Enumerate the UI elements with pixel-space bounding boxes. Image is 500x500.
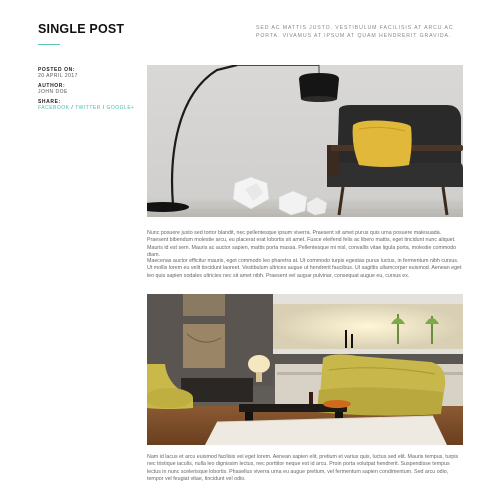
post-image-armchair: [147, 65, 463, 217]
armchair-scene-illustration: [147, 65, 463, 217]
title-underline: [38, 44, 60, 45]
author-value: JOHN DOE: [38, 89, 68, 95]
living-room-scene-illustration: [147, 294, 463, 445]
post-meta: POSTED ON: 20 APRIL 2017 AUTHOR: JOHN DO…: [38, 67, 138, 112]
posted-on-value: 20 APRIL 2017: [38, 73, 78, 79]
share-twitter-link[interactable]: TWITTER: [75, 105, 101, 111]
share-separator: /: [71, 105, 74, 111]
share-links: FACEBOOK / TWITTER / GOOGLE+: [38, 105, 138, 112]
post-paragraph: Nam id lacus et arcu euismod facilisis v…: [147, 454, 459, 483]
post-image-living-room: [147, 294, 463, 445]
post-paragraph: Maecenas auctor efficitur mauris, eget c…: [147, 258, 462, 279]
page-title: SINGLE POST: [38, 22, 125, 36]
share-facebook-link[interactable]: FACEBOOK: [38, 105, 70, 111]
share-separator: /: [102, 105, 105, 111]
share-googleplus-link[interactable]: GOOGLE+: [107, 105, 135, 111]
post-paragraph: Nunc posuere justo sed tortor blandit, n…: [147, 230, 457, 259]
page-tagline: SED AC MATTIS JUSTO. VESTIBULUM FACILISI…: [256, 25, 454, 39]
